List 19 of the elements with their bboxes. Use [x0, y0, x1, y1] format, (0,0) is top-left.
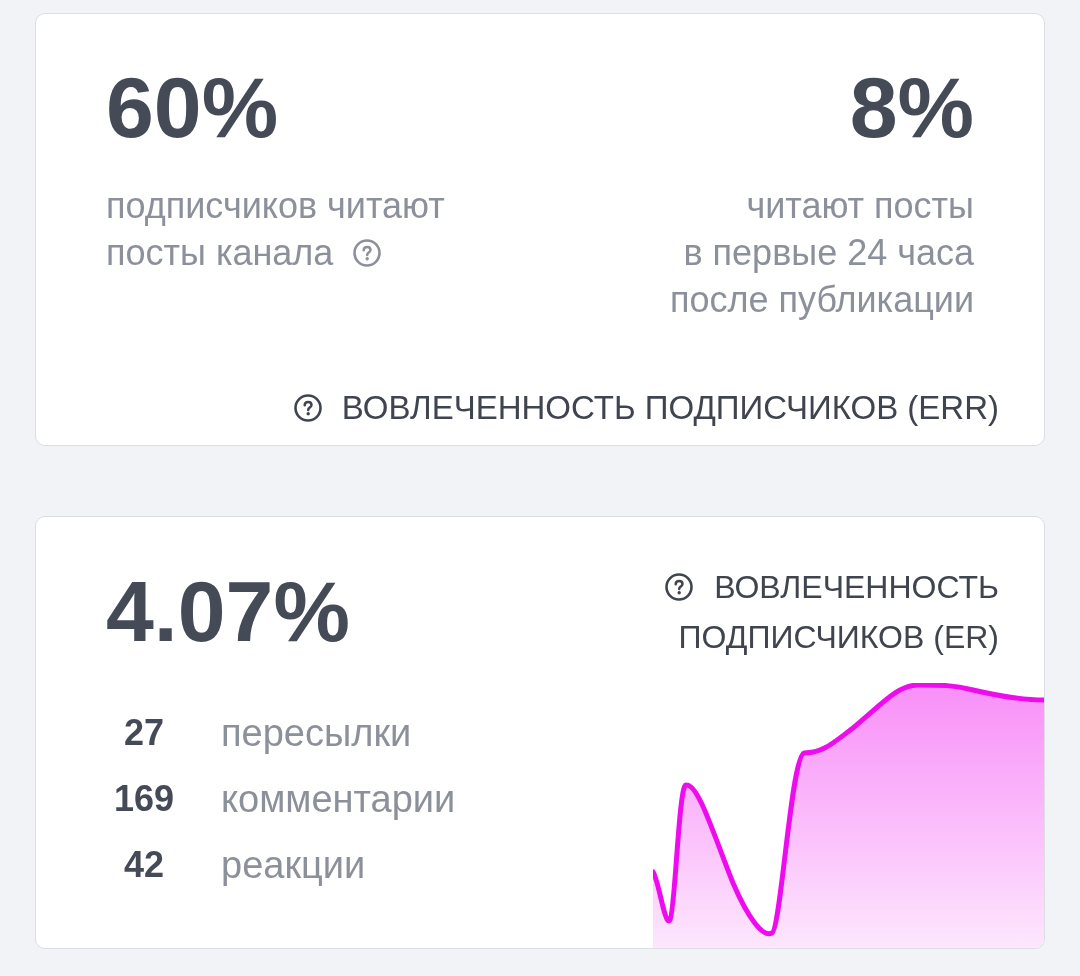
help-icon[interactable] — [293, 394, 322, 422]
metric-label: пересылки — [221, 711, 412, 755]
metric-count: 169 — [112, 778, 176, 820]
metric-count: 42 — [122, 844, 165, 886]
metric-count: 27 — [122, 712, 165, 754]
metric-title: ВОВЛЕЧЕННОСТЬ — [714, 568, 999, 607]
metric-title: ПОДПИСЧИКОВ (ER) — [678, 618, 999, 657]
percentage-value: 4.07% — [106, 568, 351, 654]
metric-title: ВОВЛЕЧЕННОСТЬ ПОДПИСЧИКОВ (ERR) — [341, 388, 999, 428]
stat-caption: читают посты — [746, 184, 974, 228]
percentage-value: 60% — [106, 64, 279, 150]
stat-caption: посты канала — [106, 231, 334, 275]
stat-caption: подписчиков читают — [106, 184, 445, 228]
help-icon[interactable] — [665, 573, 694, 601]
percentage-value: 8% — [849, 64, 974, 150]
stat-caption: в первые 24 часа — [683, 231, 974, 275]
stat-caption: после публикации — [670, 278, 974, 322]
metric-label: реакции — [221, 843, 366, 887]
metric-label: комментарии — [221, 777, 456, 821]
